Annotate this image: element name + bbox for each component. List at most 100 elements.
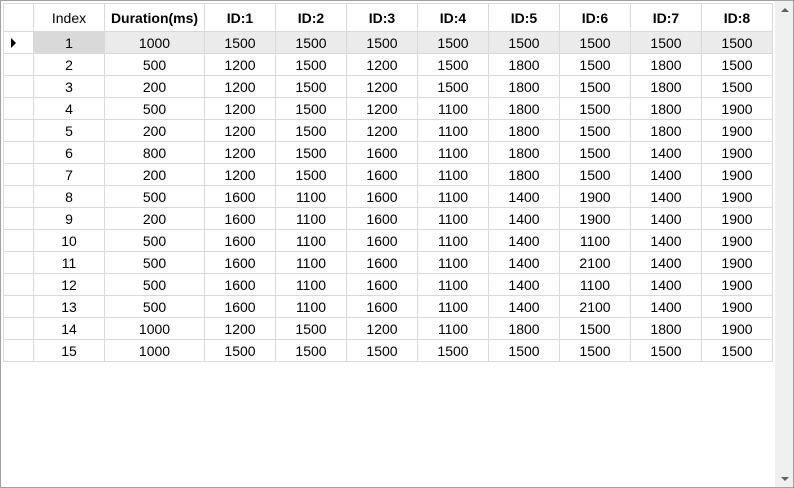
table-cell[interactable]: 1100 <box>417 163 489 186</box>
table-row[interactable]: 12 500 1600 1100 1600 1100 1400 1100 1400 1900 <box>3 273 773 296</box>
row-header[interactable] <box>3 251 34 274</box>
table-cell[interactable]: 9 <box>33 207 105 230</box>
table-cell[interactable]: 1100 <box>417 295 489 318</box>
table-row[interactable]: 7 200 1200 1500 1600 1100 1800 1500 1400 1900 <box>3 163 773 186</box>
row-header[interactable] <box>3 31 34 54</box>
table-cell[interactable]: 1400 <box>630 141 702 164</box>
table-cell[interactable]: 1200 <box>204 141 276 164</box>
table-cell[interactable]: 14 <box>33 317 105 340</box>
table-cell[interactable]: 1900 <box>559 185 631 208</box>
table-cell[interactable]: 1500 <box>204 31 276 54</box>
table-cell[interactable]: 1600 <box>346 163 418 186</box>
table-cell[interactable]: 1600 <box>204 273 276 296</box>
table-cell[interactable]: 1800 <box>488 53 560 76</box>
table-cell[interactable]: 1500 <box>275 339 347 362</box>
table-cell[interactable]: 1500 <box>346 339 418 362</box>
table-cell[interactable]: 1200 <box>346 75 418 98</box>
table-cell[interactable]: 1400 <box>630 163 702 186</box>
table-cell[interactable]: 1800 <box>488 75 560 98</box>
column-header-id7[interactable]: ID:7 <box>630 3 702 32</box>
column-header-id5[interactable]: ID:5 <box>488 3 560 32</box>
table-cell[interactable]: 1500 <box>417 31 489 54</box>
table-cell[interactable]: 1900 <box>701 251 773 274</box>
table-cell[interactable]: 1600 <box>346 229 418 252</box>
column-header-index[interactable]: Index <box>33 3 105 32</box>
scroll-up-button[interactable] <box>776 1 793 18</box>
table-cell[interactable]: 800 <box>104 141 205 164</box>
table-cell[interactable]: 1500 <box>559 339 631 362</box>
table-cell[interactable]: 1900 <box>701 295 773 318</box>
row-header[interactable] <box>3 339 34 362</box>
table-row[interactable]: 11 500 1600 1100 1600 1100 1400 2100 1400 1900 <box>3 251 773 274</box>
table-cell[interactable]: 1500 <box>559 97 631 120</box>
table-cell[interactable]: 1600 <box>204 207 276 230</box>
table-row[interactable]: 9 200 1600 1100 1600 1100 1400 1900 1400 1900 <box>3 207 773 230</box>
row-header[interactable] <box>3 53 34 76</box>
table-cell[interactable]: 500 <box>104 295 205 318</box>
table-cell[interactable]: 200 <box>104 119 205 142</box>
table-cell[interactable]: 15 <box>33 339 105 362</box>
table-cell[interactable]: 1500 <box>417 339 489 362</box>
table-cell[interactable]: 1200 <box>346 53 418 76</box>
column-header-duration[interactable]: Duration(ms) <box>104 3 205 32</box>
column-header-id2[interactable]: ID:2 <box>275 3 347 32</box>
table-cell[interactable]: 1500 <box>559 75 631 98</box>
table-cell[interactable]: 200 <box>104 75 205 98</box>
table-cell[interactable]: 1200 <box>346 97 418 120</box>
table-cell[interactable]: 1200 <box>204 163 276 186</box>
table-row[interactable]: 10 500 1600 1100 1600 1100 1400 1100 1400 1900 <box>3 229 773 252</box>
table-cell[interactable]: 1500 <box>559 53 631 76</box>
table-cell[interactable]: 1500 <box>417 75 489 98</box>
row-header[interactable] <box>3 97 34 120</box>
table-cell[interactable]: 1600 <box>346 273 418 296</box>
table-cell[interactable]: 1600 <box>346 207 418 230</box>
table-cell[interactable]: 1900 <box>559 207 631 230</box>
table-cell[interactable]: 1500 <box>275 317 347 340</box>
table-cell[interactable]: 1800 <box>488 317 560 340</box>
table-cell[interactable]: 1200 <box>204 75 276 98</box>
table-cell[interactable]: 1100 <box>417 317 489 340</box>
table-cell[interactable]: 2 <box>33 53 105 76</box>
vertical-scrollbar[interactable] <box>775 1 793 487</box>
table-cell[interactable]: 1800 <box>488 163 560 186</box>
row-header[interactable] <box>3 207 34 230</box>
table-cell[interactable]: 1800 <box>630 53 702 76</box>
table-cell[interactable]: 1000 <box>104 31 205 54</box>
table-cell[interactable]: 1800 <box>488 119 560 142</box>
table-cell[interactable]: 1500 <box>488 339 560 362</box>
table-cell[interactable]: 1100 <box>275 251 347 274</box>
table-row[interactable]: 6 800 1200 1500 1600 1100 1800 1500 1400 1900 <box>3 141 773 164</box>
table-cell[interactable]: 1400 <box>488 229 560 252</box>
table-cell[interactable]: 1600 <box>346 141 418 164</box>
table-cell[interactable]: 1100 <box>417 273 489 296</box>
table-cell[interactable]: 1100 <box>275 229 347 252</box>
table-cell[interactable]: 1100 <box>559 229 631 252</box>
table-cell[interactable]: 11 <box>33 251 105 274</box>
table-cell[interactable]: 500 <box>104 229 205 252</box>
table-cell[interactable]: 1500 <box>559 163 631 186</box>
table-row[interactable]: 8 500 1600 1100 1600 1100 1400 1900 1400 1900 <box>3 185 773 208</box>
table-cell[interactable]: 10 <box>33 229 105 252</box>
table-cell[interactable]: 1500 <box>204 339 276 362</box>
table-cell[interactable]: 500 <box>104 273 205 296</box>
table-cell[interactable]: 1800 <box>488 141 560 164</box>
table-cell[interactable]: 1400 <box>630 273 702 296</box>
table-cell[interactable]: 1 <box>33 31 105 54</box>
table-cell[interactable]: 1900 <box>701 185 773 208</box>
table-cell[interactable]: 1600 <box>204 295 276 318</box>
table-cell[interactable]: 1100 <box>417 251 489 274</box>
table-cell[interactable]: 1800 <box>488 97 560 120</box>
table-cell[interactable]: 1400 <box>630 207 702 230</box>
table-cell[interactable]: 1100 <box>417 119 489 142</box>
table-cell[interactable]: 1400 <box>488 185 560 208</box>
table-cell[interactable]: 1500 <box>701 53 773 76</box>
column-header-id1[interactable]: ID:1 <box>204 3 276 32</box>
table-cell[interactable]: 1100 <box>559 273 631 296</box>
column-header-id8[interactable]: ID:8 <box>701 3 773 32</box>
table-cell[interactable]: 500 <box>104 97 205 120</box>
table-cell[interactable]: 500 <box>104 185 205 208</box>
table-cell[interactable]: 1500 <box>275 141 347 164</box>
table-cell[interactable]: 1500 <box>701 31 773 54</box>
table-cell[interactable]: 1100 <box>275 273 347 296</box>
table-cell[interactable]: 1500 <box>559 119 631 142</box>
